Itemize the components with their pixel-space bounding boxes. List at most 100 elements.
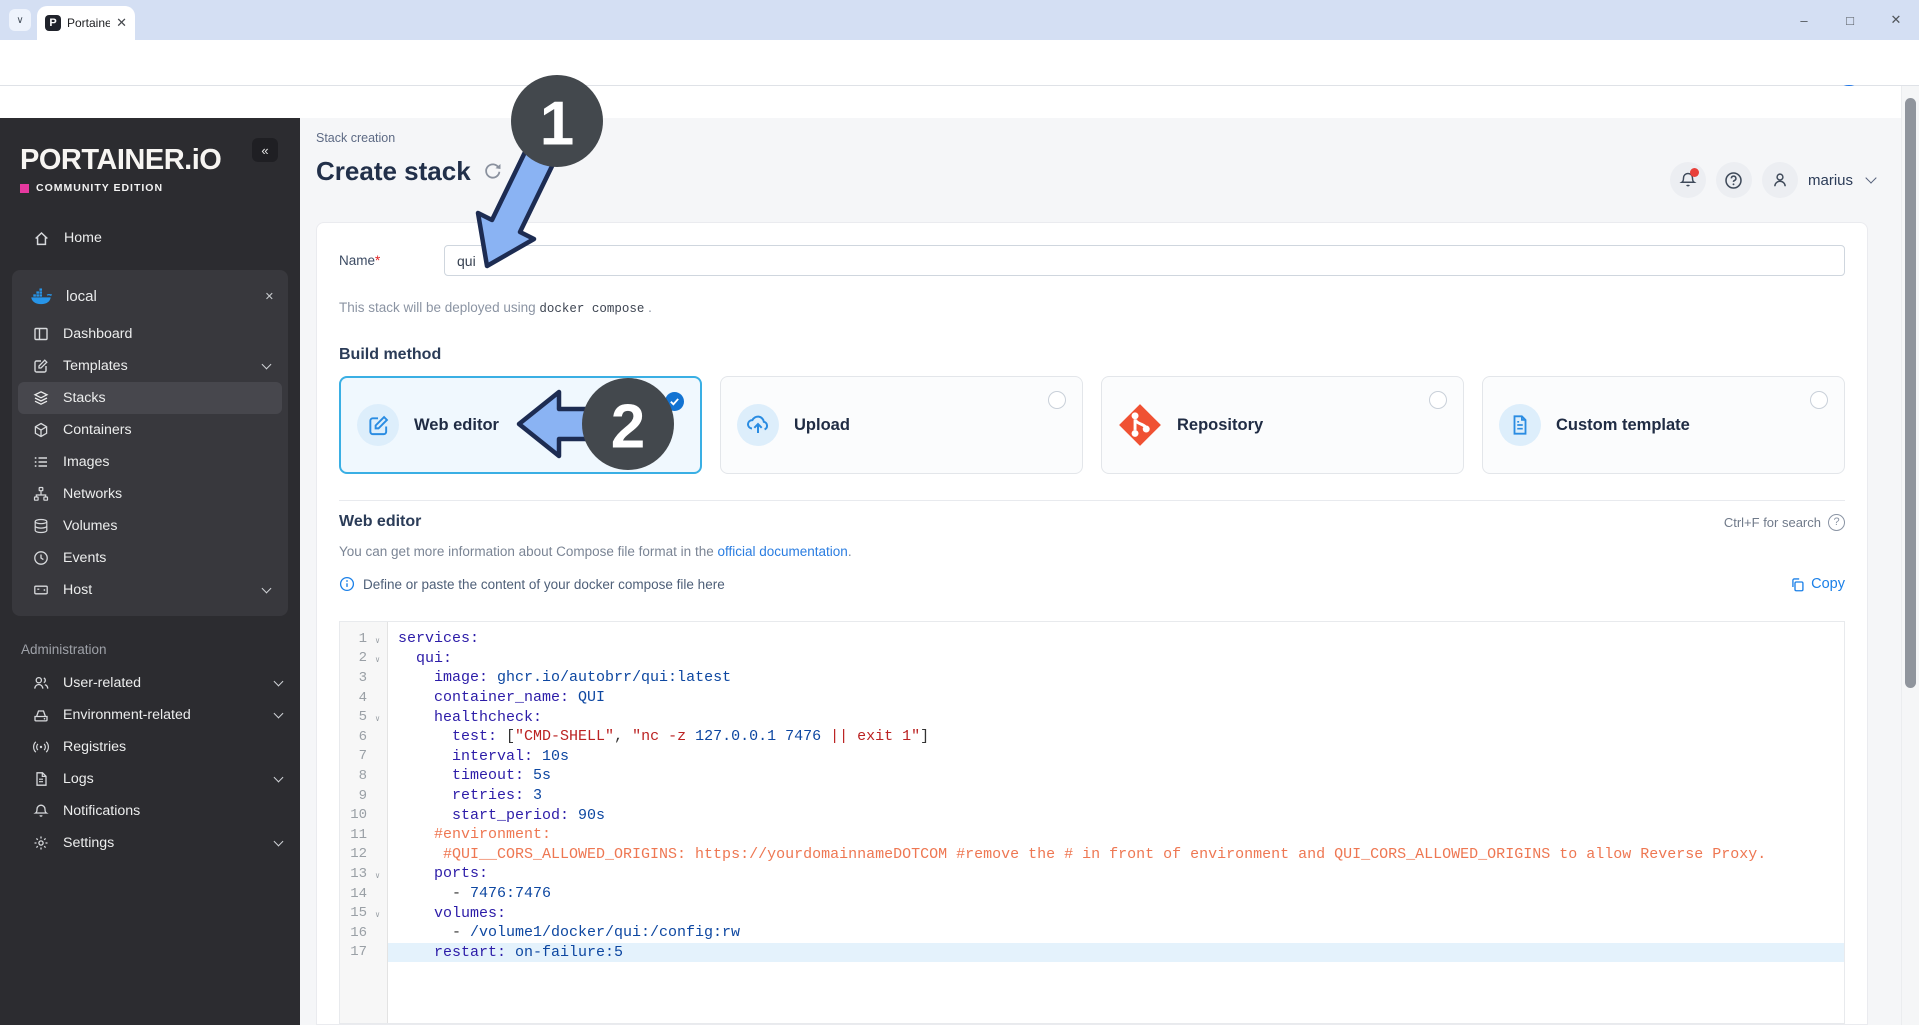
custom-template-icon-circle bbox=[1499, 404, 1541, 446]
radio-icon bbox=[1048, 391, 1066, 409]
user-icon bbox=[1771, 171, 1789, 189]
page-scrollbar[interactable] bbox=[1901, 86, 1919, 1025]
user-name[interactable]: marius bbox=[1808, 172, 1853, 189]
browser-tab[interactable]: P Portainer | lo ✕ bbox=[37, 6, 135, 40]
sidebar-item-templates[interactable]: Templates bbox=[12, 350, 288, 382]
browser-toolbar: ← → Not secure 192.168.1.18:9000/#!/2/do… bbox=[0, 40, 1919, 86]
sidebar-item-settings[interactable]: Settings bbox=[0, 827, 300, 859]
tab-close-icon[interactable]: ✕ bbox=[116, 15, 127, 31]
help-circle-icon[interactable]: ? bbox=[1828, 514, 1845, 531]
info-icon bbox=[339, 576, 355, 592]
user-menu-button[interactable] bbox=[1762, 162, 1798, 198]
scrollbar-thumb[interactable] bbox=[1905, 98, 1916, 688]
edition-square-icon bbox=[20, 184, 29, 193]
build-method-custom-template[interactable]: Custom template bbox=[1482, 376, 1845, 474]
code-line[interactable]: 12 #QUI__CORS_ALLOWED_ORIGINS: https://y… bbox=[340, 845, 1844, 865]
layers-icon bbox=[33, 390, 49, 406]
sidebar-collapse-button[interactable]: « bbox=[252, 138, 278, 162]
build-method-web-editor[interactable]: Web editor bbox=[339, 376, 702, 474]
copy-button[interactable]: Copy bbox=[1790, 576, 1845, 592]
code-line[interactable]: 2∨ qui: bbox=[340, 649, 1844, 669]
sidebar-item-notifications[interactable]: Notifications bbox=[0, 795, 300, 827]
code-line[interactable]: 14 - 7476:7476 bbox=[340, 884, 1844, 904]
chevron-down-icon bbox=[274, 709, 284, 719]
docker-whale-icon bbox=[30, 286, 53, 306]
sidebar-item-host[interactable]: Host bbox=[12, 574, 288, 606]
code-line[interactable]: 17 restart: on-failure:5 bbox=[340, 943, 1844, 963]
box-icon bbox=[33, 422, 49, 438]
window-close-button[interactable]: ✕ bbox=[1873, 0, 1919, 40]
code-line[interactable]: 16 - /volume1/docker/qui:/config:rw bbox=[340, 923, 1844, 943]
deploy-note: This stack will be deployed using docker… bbox=[339, 300, 1845, 316]
code-line[interactable]: 10 start_period: 90s bbox=[340, 805, 1844, 825]
search-hint: Ctrl+F for search? bbox=[1724, 514, 1845, 531]
administration-section-label: Administration bbox=[21, 642, 300, 657]
sidebar-item-containers[interactable]: Containers bbox=[12, 414, 288, 446]
chevron-down-icon bbox=[262, 584, 272, 594]
code-lines: 1∨services:2∨ qui:3 image: ghcr.io/autob… bbox=[340, 629, 1844, 962]
official-documentation-link[interactable]: official documentation bbox=[717, 544, 847, 559]
dashboard-icon bbox=[33, 326, 49, 342]
breadcrumb: Stack creation bbox=[316, 131, 395, 145]
sidebar-item-registries[interactable]: Registries bbox=[0, 731, 300, 763]
main-content: Stack creation Create stack marius Name*… bbox=[300, 118, 1901, 1025]
edit-square-icon bbox=[367, 414, 390, 437]
file-text-icon bbox=[33, 771, 49, 787]
code-line[interactable]: 9 retries: 3 bbox=[340, 786, 1844, 806]
code-line[interactable]: 3 image: ghcr.io/autobrr/qui:latest bbox=[340, 668, 1844, 688]
build-method-upload[interactable]: Upload bbox=[720, 376, 1083, 474]
help-button[interactable] bbox=[1716, 162, 1752, 198]
compose-code-editor[interactable]: 1∨services:2∨ qui:3 image: ghcr.io/autob… bbox=[339, 621, 1845, 1024]
sidebar-environment-local[interactable]: local ✕ bbox=[12, 274, 288, 318]
notifications-bell-button[interactable] bbox=[1670, 162, 1706, 198]
clock-icon bbox=[33, 550, 49, 566]
chevron-down-icon[interactable] bbox=[1865, 172, 1876, 183]
name-label: Name* bbox=[339, 245, 444, 276]
code-line[interactable]: 5∨ healthcheck: bbox=[340, 707, 1844, 727]
code-line[interactable]: 8 timeout: 5s bbox=[340, 766, 1844, 786]
upload-icon-circle bbox=[737, 404, 779, 446]
build-method-repository[interactable]: Repository bbox=[1101, 376, 1464, 474]
sidebar-item-home[interactable]: Home bbox=[12, 220, 288, 256]
users-icon bbox=[33, 675, 49, 691]
sidebar-item-stacks[interactable]: Stacks bbox=[18, 382, 282, 414]
sidebar-item-user-related[interactable]: User-related bbox=[0, 667, 300, 699]
code-line[interactable]: 11 #environment: bbox=[340, 825, 1844, 845]
notification-dot bbox=[1690, 168, 1699, 177]
gear-icon bbox=[33, 835, 49, 851]
code-line[interactable]: 1∨services: bbox=[340, 629, 1844, 649]
page-title: Create stack bbox=[316, 156, 471, 187]
stack-name-input[interactable] bbox=[444, 245, 1845, 276]
sidebar-item-images[interactable]: Images bbox=[12, 446, 288, 478]
tab-search-chevron-icon[interactable]: ∨ bbox=[9, 9, 31, 31]
edit-icon bbox=[33, 358, 49, 374]
sidebar-item-events[interactable]: Events bbox=[12, 542, 288, 574]
sidebar-item-logs[interactable]: Logs bbox=[0, 763, 300, 795]
sidebar-item-networks[interactable]: Networks bbox=[12, 478, 288, 510]
code-line[interactable]: 4 container_name: QUI bbox=[340, 688, 1844, 708]
code-line[interactable]: 15∨ volumes: bbox=[340, 903, 1844, 923]
cloud-upload-icon bbox=[746, 413, 770, 437]
window-minimize-button[interactable]: – bbox=[1781, 0, 1827, 40]
radio-icon bbox=[1429, 391, 1447, 409]
question-icon bbox=[1724, 171, 1743, 190]
server-icon bbox=[33, 582, 49, 598]
build-method-title: Build method bbox=[339, 346, 1845, 364]
browser-tab-strip: ∨ P Portainer | lo ✕ – □ ✕ bbox=[0, 0, 1919, 40]
window-maximize-button[interactable]: □ bbox=[1827, 0, 1873, 40]
sidebar-item-environment-related[interactable]: Environment-related bbox=[0, 699, 300, 731]
chevron-down-icon bbox=[274, 773, 284, 783]
code-line[interactable]: 6 test: ["CMD-SHELL", "nc -z 127.0.0.1 7… bbox=[340, 727, 1844, 747]
section-divider bbox=[339, 500, 1845, 501]
radio-icon bbox=[1810, 391, 1828, 409]
refresh-icon[interactable] bbox=[483, 162, 502, 181]
chevron-down-icon bbox=[274, 837, 284, 847]
code-line[interactable]: 13∨ ports: bbox=[340, 864, 1844, 884]
edition-label: COMMUNITY EDITION bbox=[36, 182, 163, 194]
chevron-down-icon bbox=[262, 360, 272, 370]
environment-close-icon[interactable]: ✕ bbox=[265, 290, 274, 303]
code-line[interactable]: 7 interval: 10s bbox=[340, 747, 1844, 767]
environment-panel: local ✕ Dashboard Templates Stacks Conta… bbox=[12, 270, 288, 616]
sidebar-item-volumes[interactable]: Volumes bbox=[12, 510, 288, 542]
sidebar-item-dashboard[interactable]: Dashboard bbox=[12, 318, 288, 350]
